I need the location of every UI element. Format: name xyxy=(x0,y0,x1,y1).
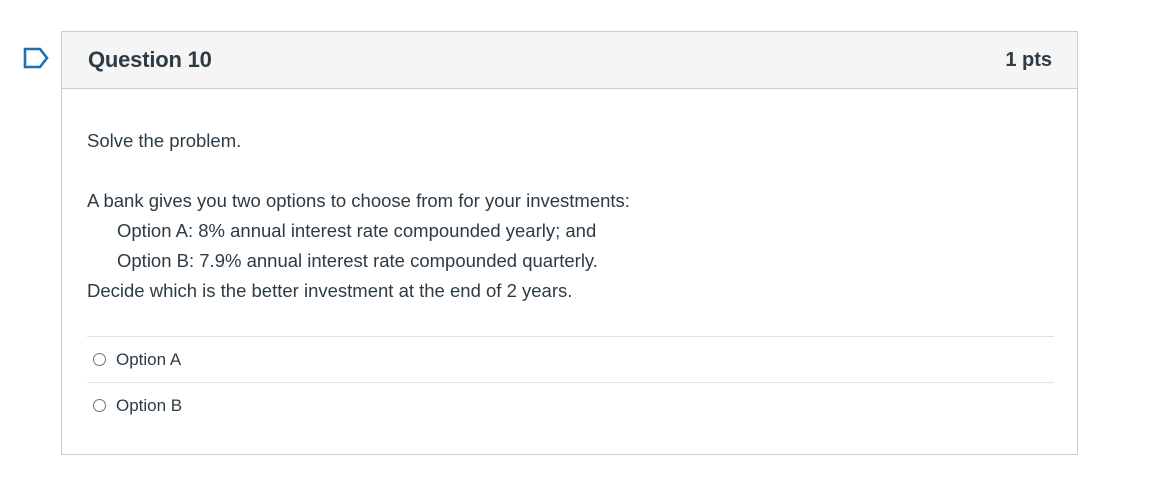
answer-label[interactable]: Option A xyxy=(116,350,181,370)
question-problem: A bank gives you two options to choose f… xyxy=(87,186,630,306)
answer-label[interactable]: Option B xyxy=(116,396,182,416)
answer-option-a[interactable]: Option A xyxy=(87,336,1054,382)
question-intro: Solve the problem. xyxy=(87,130,242,151)
question-title: Question 10 xyxy=(88,47,212,72)
flag-question-icon[interactable] xyxy=(23,47,49,69)
problem-line: A bank gives you two options to choose f… xyxy=(87,190,630,211)
radio-unchecked-icon[interactable] xyxy=(93,353,106,366)
problem-line-option-a: Option A: 8% annual interest rate compou… xyxy=(117,220,597,241)
answer-option-b[interactable]: Option B xyxy=(87,382,1054,428)
problem-line: Decide which is the better investment at… xyxy=(87,280,573,301)
radio-unchecked-icon[interactable] xyxy=(93,399,106,412)
answer-list: Option A Option B xyxy=(87,336,1054,428)
question-header: Question 10 1 pts xyxy=(62,32,1077,89)
question-points: 1 pts xyxy=(1005,48,1052,71)
question-card: Question 10 1 pts Solve the problem. A b… xyxy=(61,31,1078,455)
problem-line-option-b: Option B: 7.9% annual interest rate comp… xyxy=(117,250,598,271)
